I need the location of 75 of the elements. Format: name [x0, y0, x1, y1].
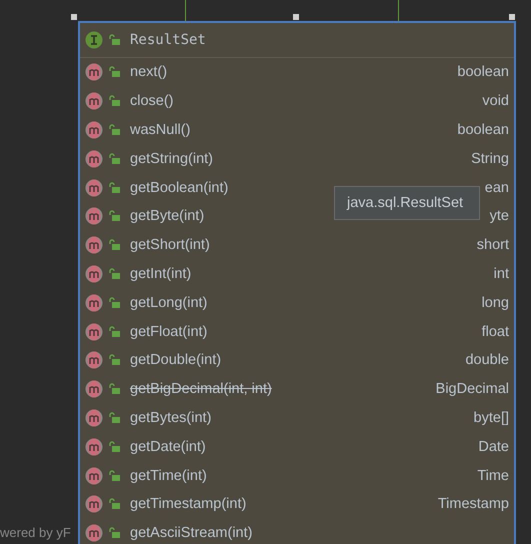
unlock-icon — [108, 296, 120, 309]
method-name: getDate(int) — [130, 438, 206, 455]
unlock-icon — [108, 66, 120, 78]
unlock-icon — [108, 383, 120, 396]
return-type: byte[] — [474, 410, 509, 426]
interface-icon — [85, 31, 103, 49]
method-name: getTimestamp(int) — [130, 496, 246, 512]
return-type: yte — [490, 208, 509, 224]
method-name: getFloat(int) — [130, 324, 208, 340]
method-icon — [85, 322, 103, 341]
return-type: ean — [484, 180, 509, 196]
return-type: void — [482, 93, 509, 110]
class-name: ResultSet — [130, 32, 206, 48]
unlock-icon — [108, 412, 120, 424]
footer-text: wered by yF — [0, 525, 71, 540]
method-name: getAsciiStream(int) — [130, 525, 252, 542]
unlock-icon — [108, 34, 120, 46]
return-type: boolean — [457, 122, 509, 138]
method-icon — [85, 495, 103, 514]
method-icon — [85, 524, 103, 542]
method-icon — [85, 380, 103, 398]
method-name: getInt(int) — [130, 266, 192, 282]
method-icon — [85, 63, 103, 82]
method-name: getTime(int) — [130, 468, 207, 484]
unlock-icon — [108, 268, 120, 280]
return-type: String — [471, 150, 509, 167]
return-type: Timestamp — [438, 496, 509, 512]
method-icon — [85, 294, 103, 312]
unlock-icon — [108, 527, 120, 540]
method-icon — [85, 92, 103, 110]
method-name: next() — [130, 64, 168, 80]
return-type: Time — [477, 468, 509, 484]
return-type: Date — [478, 438, 509, 455]
method-name: getByte(int) — [130, 208, 204, 224]
method-icon — [85, 207, 103, 226]
method-icon — [85, 408, 103, 427]
method-name: getBigDecimal(int, int) — [130, 381, 272, 398]
method-icon — [85, 351, 103, 370]
selection-handle[interactable] — [71, 14, 77, 20]
selection-handle[interactable] — [509, 14, 515, 20]
unlock-icon — [108, 210, 120, 222]
unlock-icon — [108, 182, 120, 194]
return-type: boolean — [457, 64, 509, 80]
return-type: BigDecimal — [436, 381, 509, 398]
method-icon — [85, 264, 103, 283]
tooltip: java.sql.ResultSet — [334, 186, 480, 220]
method-name: wasNull() — [130, 122, 190, 138]
method-icon — [85, 438, 103, 456]
method-icon — [85, 178, 103, 197]
unlock-icon — [108, 239, 120, 252]
unlock-icon — [108, 498, 120, 510]
method-name: getShort(int) — [130, 237, 210, 254]
method-icon — [85, 466, 103, 485]
selection-handle[interactable] — [293, 14, 299, 20]
method-name: getBoolean(int) — [130, 180, 228, 196]
unlock-icon — [108, 124, 120, 136]
method-name: getDouble(int) — [130, 352, 222, 368]
return-type: float — [482, 324, 509, 340]
method-name: getBytes(int) — [130, 410, 212, 426]
unlock-icon — [108, 326, 120, 338]
unlock-icon — [108, 95, 120, 108]
unlock-icon — [108, 354, 120, 366]
method-name: getLong(int) — [130, 294, 208, 311]
method-icon — [85, 236, 103, 254]
method-name: getString(int) — [130, 150, 214, 167]
return-type: double — [465, 352, 509, 368]
unlock-icon — [108, 152, 120, 165]
method-icon — [85, 120, 103, 139]
return-type: short — [476, 237, 509, 254]
unlock-icon — [108, 470, 120, 482]
method-name: close() — [130, 93, 174, 110]
method-icon — [85, 150, 103, 168]
unlock-icon — [108, 440, 120, 453]
return-type: int — [494, 266, 509, 282]
return-type: long — [482, 294, 509, 311]
